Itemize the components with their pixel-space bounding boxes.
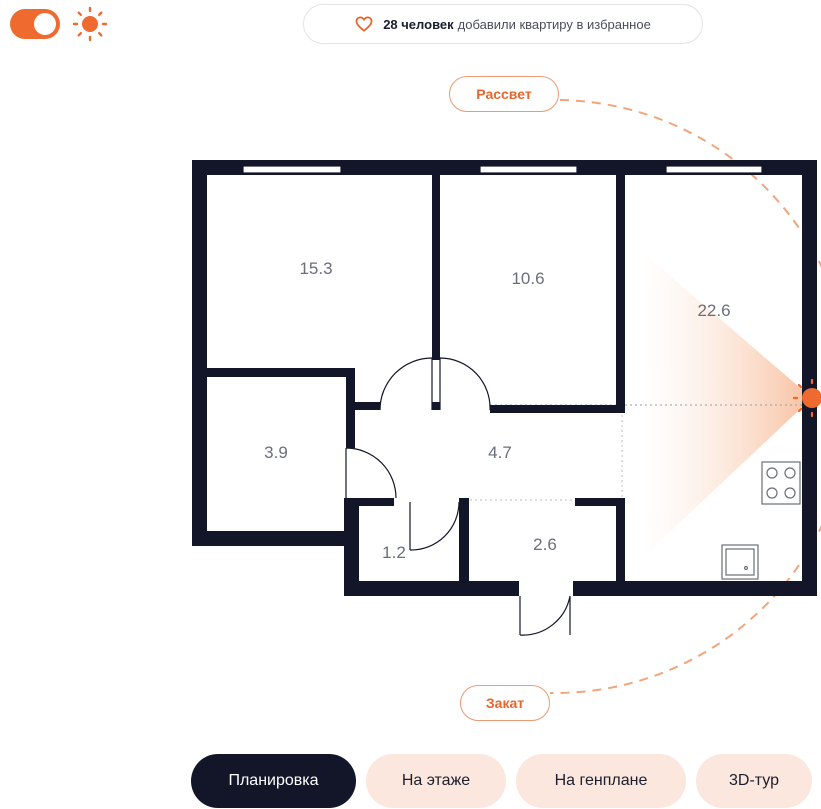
- room-area-label: 15.3: [299, 259, 332, 278]
- room-area-label: 2.6: [533, 535, 557, 554]
- sunrise-badge: Рассвет: [449, 76, 559, 112]
- stove-icon: [761, 461, 801, 505]
- room-area-label: 3.9: [264, 443, 288, 462]
- room-area-label: 10.6: [511, 269, 544, 288]
- room-area-label: 1.2: [382, 543, 406, 562]
- floor-plan: 15.3 10.6 22.6 3.9 4.7 1.2 2.6: [192, 99, 821, 695]
- tab-on-floor[interactable]: На этаже: [366, 754, 506, 808]
- sunset-badge: Закат: [460, 685, 550, 721]
- sink-icon: [721, 544, 759, 580]
- room-area-label: 4.7: [488, 443, 512, 462]
- view-tabs: Планировка На этаже На генплане 3D-тур: [191, 754, 812, 808]
- windows: [242, 165, 763, 174]
- tab-3d-tour[interactable]: 3D-тур: [696, 754, 812, 808]
- tab-layout[interactable]: Планировка: [191, 754, 356, 808]
- tab-site-plan[interactable]: На генплане: [516, 754, 686, 808]
- room-area-label: 22.6: [697, 301, 730, 320]
